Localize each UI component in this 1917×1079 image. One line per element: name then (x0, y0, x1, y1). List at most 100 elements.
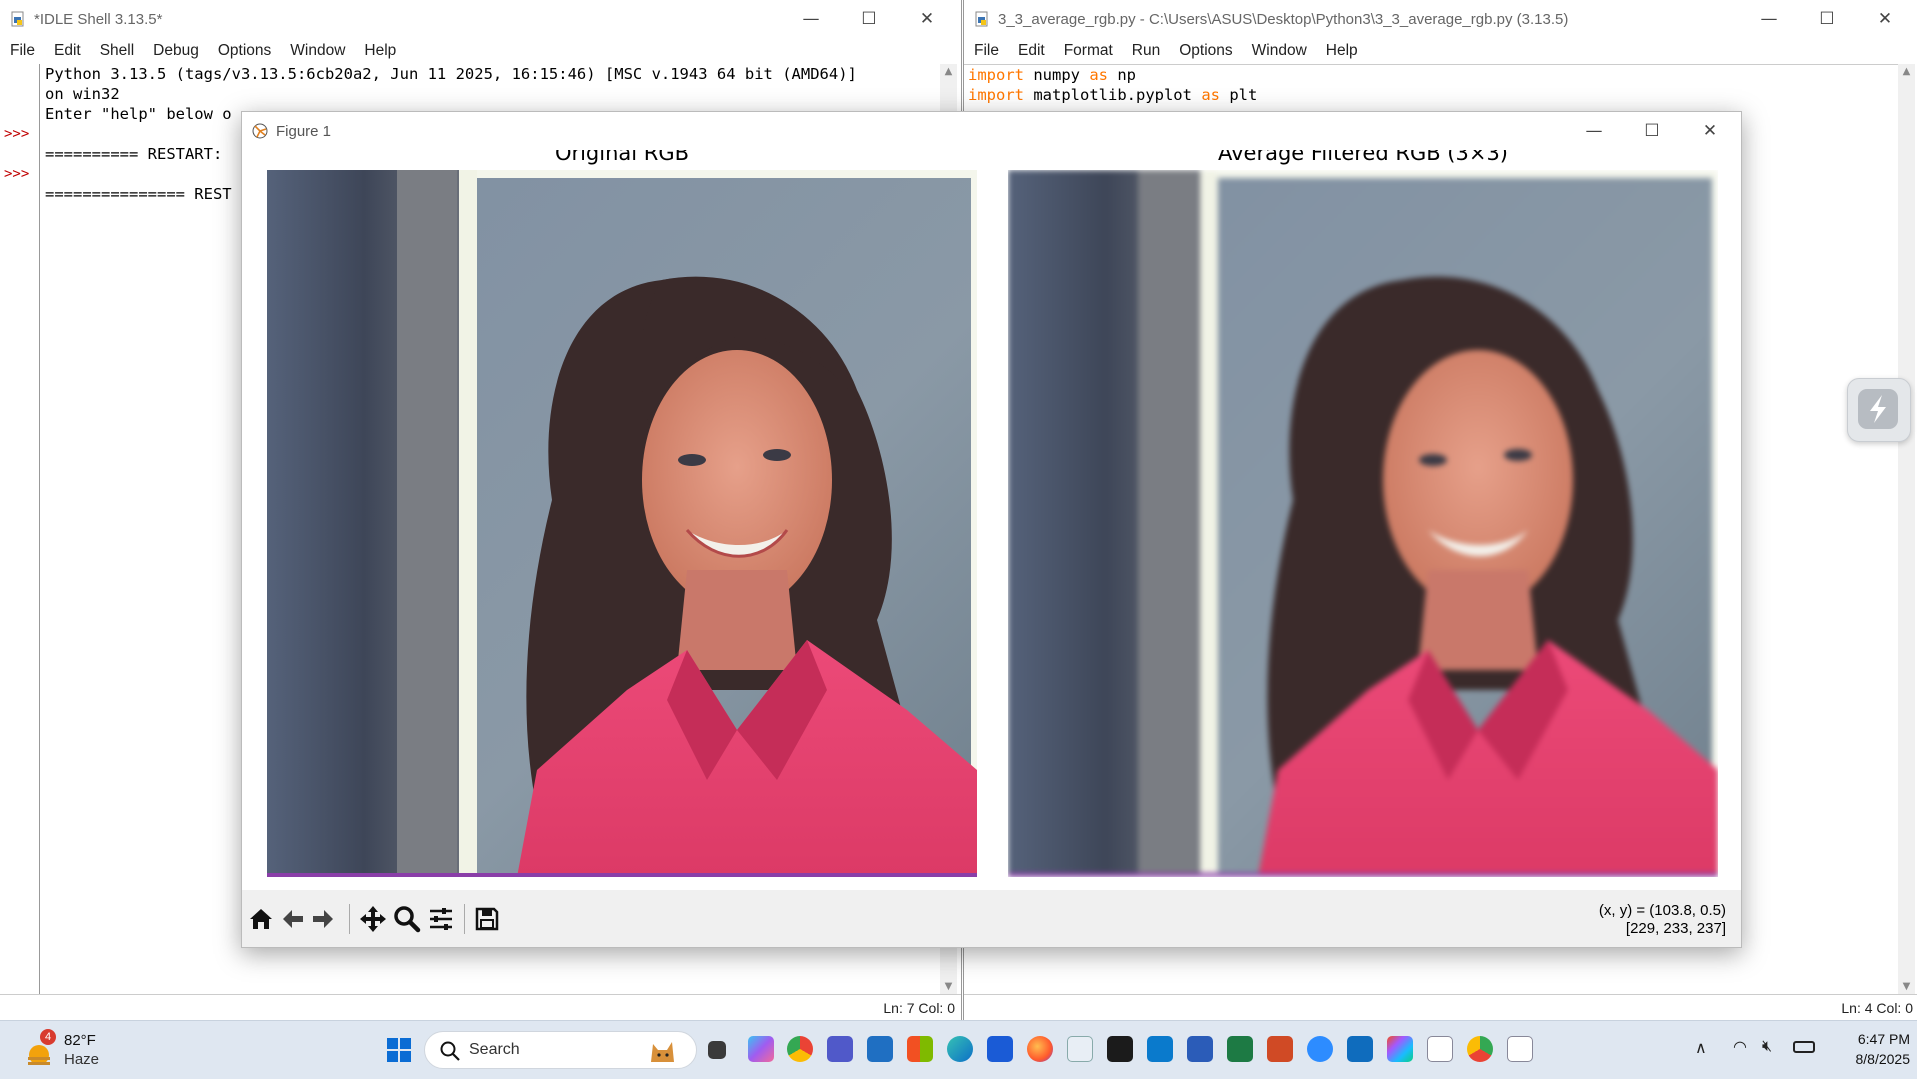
edge-icon[interactable] (947, 1036, 973, 1062)
wifi-icon[interactable]: ◠ (1733, 1037, 1747, 1056)
python-file-icon (11, 11, 24, 27)
shell-status-text: Ln: 7 Col: 0 (883, 1000, 955, 1016)
word-icon[interactable] (1187, 1036, 1213, 1062)
maximize-button[interactable]: ☐ (1623, 112, 1681, 150)
search-placeholder: Search (469, 1041, 520, 1058)
teams-icon[interactable] (827, 1036, 853, 1062)
minimize-button[interactable]: — (782, 0, 840, 38)
menu-format[interactable]: Format (1064, 42, 1113, 60)
shell-line: Enter "help" below o (45, 105, 232, 123)
clock[interactable]: 6:47 PM 8/8/2025 (1830, 1029, 1911, 1069)
shell-menubar: File Edit Shell Debug Options Window Hel… (0, 38, 961, 64)
editor-title: 3_3_average_rgb.py - C:\Users\ASUS\Deskt… (998, 10, 1569, 28)
menu-debug[interactable]: Debug (153, 42, 199, 60)
zoom-button[interactable] (392, 904, 422, 934)
toolbar-separator (349, 904, 350, 934)
figure-titlebar[interactable]: Figure 1 (242, 112, 1741, 150)
original-image[interactable] (267, 170, 977, 877)
close-button[interactable]: ✕ (898, 0, 956, 38)
maximize-button[interactable]: ☐ (1798, 0, 1856, 38)
figure-canvas[interactable]: Original RGB Average Filtered RGB (3×3) (242, 150, 1741, 890)
battery-icon[interactable] (1793, 1041, 1815, 1053)
excel-icon[interactable] (1227, 1036, 1253, 1062)
python-file-icon (975, 11, 988, 27)
prompt-gutter: >>> >>> (0, 64, 40, 994)
menu-help[interactable]: Help (1326, 42, 1358, 60)
menu-window[interactable]: Window (1252, 42, 1307, 60)
toolbar-separator (464, 904, 465, 934)
chrome-icon[interactable] (787, 1036, 813, 1062)
minimize-button[interactable]: — (1565, 112, 1623, 150)
forward-button[interactable] (308, 904, 338, 934)
cursor-rgb: [229, 233, 237] (1625, 920, 1726, 937)
weather-desc: Haze (64, 1051, 100, 1068)
copilot-icon[interactable] (748, 1036, 774, 1062)
weather-widget[interactable]: 4 82°F Haze (20, 1029, 140, 1071)
matplotlib-icon (252, 123, 268, 139)
editor-status-text: Ln: 4 Col: 0 (1841, 1000, 1913, 1016)
menu-shell[interactable]: Shell (100, 42, 134, 60)
editor-menubar: File Edit Format Run Options Window Help (964, 38, 1917, 64)
back-button[interactable] (278, 904, 308, 934)
prompt: >>> (4, 166, 30, 182)
close-button[interactable]: ✕ (1856, 0, 1914, 38)
editor-statusbar: Ln: 4 Col: 0 (964, 994, 1917, 1021)
figma-icon[interactable] (1387, 1036, 1413, 1062)
show-hidden-icons-button[interactable]: ∧ (1695, 1038, 1707, 1057)
menu-edit[interactable]: Edit (1018, 42, 1045, 60)
menu-help[interactable]: Help (364, 42, 396, 60)
idle-shell-taskbar-icon[interactable] (1507, 1036, 1533, 1062)
chrome-profile-icon[interactable] (1467, 1036, 1493, 1062)
start-button[interactable] (386, 1037, 412, 1063)
menu-window[interactable]: Window (290, 42, 345, 60)
clock-date: 8/8/2025 (1855, 1051, 1911, 1067)
shell-title: *IDLE Shell 3.13.5* (34, 10, 163, 28)
filtered-image[interactable] (1008, 170, 1718, 877)
shell-line: on win32 (45, 85, 120, 103)
editor-scrollbar[interactable]: ▲ ▼ (1898, 64, 1915, 994)
zoom-app-icon[interactable] (1307, 1036, 1333, 1062)
code-line: import matplotlib.pyplot as plt (968, 86, 1258, 104)
wolfram-icon[interactable] (987, 1036, 1013, 1062)
menu-options[interactable]: Options (1179, 42, 1232, 60)
menu-options[interactable]: Options (218, 42, 271, 60)
axes-title: Average Filtered RGB (3×3) (1217, 150, 1509, 165)
vscode-icon[interactable] (1147, 1036, 1173, 1062)
shell-statusbar: Ln: 7 Col: 0 (0, 994, 961, 1021)
minimize-button[interactable]: — (1740, 0, 1798, 38)
idle-editor-taskbar-icon[interactable] (1427, 1036, 1453, 1062)
figure-title: Figure 1 (276, 122, 332, 140)
save-icon (475, 907, 499, 931)
lightning-icon (1858, 389, 1898, 429)
weather-temp: 82°F (64, 1032, 96, 1049)
floating-widget-button[interactable] (1847, 378, 1911, 442)
configure-subplots-button[interactable] (426, 904, 456, 934)
menu-run[interactable]: Run (1132, 42, 1160, 60)
maximize-button[interactable]: ☐ (840, 0, 898, 38)
snipping-tool-icon[interactable] (1067, 1036, 1093, 1062)
taskbar: 4 82°F Haze Search ∧ ◠ 🔇︎ 6:47 PM 8/8/20… (0, 1020, 1917, 1079)
volume-muted-icon[interactable]: 🔇︎ (1762, 1036, 1772, 1056)
terminal-icon[interactable] (1107, 1036, 1133, 1062)
cat-search-highlight-icon (651, 1042, 674, 1062)
firefox-icon[interactable] (1027, 1036, 1053, 1062)
axes-title: Original RGB (554, 150, 690, 165)
prompt: >>> (4, 126, 30, 142)
close-button[interactable]: ✕ (1681, 112, 1739, 150)
outlook-icon[interactable] (1347, 1036, 1373, 1062)
portrait-photo-blurred (1008, 170, 1718, 877)
cursor-xy: (x, y) = (103.8, 0.5) (1598, 902, 1726, 919)
menu-file[interactable]: File (10, 42, 35, 60)
menu-file[interactable]: File (974, 42, 999, 60)
taskbar-search[interactable]: Search (424, 1031, 697, 1069)
task-view-icon[interactable] (708, 1041, 726, 1059)
store-icon[interactable] (907, 1036, 933, 1062)
menu-edit[interactable]: Edit (54, 42, 81, 60)
photos-icon[interactable] (867, 1036, 893, 1062)
pan-button[interactable] (358, 904, 388, 934)
home-button[interactable] (246, 904, 276, 934)
powerpoint-icon[interactable] (1267, 1036, 1293, 1062)
save-button[interactable] (472, 904, 502, 934)
shell-line: ========== RESTART: (45, 145, 223, 163)
windows-logo-icon (387, 1038, 411, 1062)
